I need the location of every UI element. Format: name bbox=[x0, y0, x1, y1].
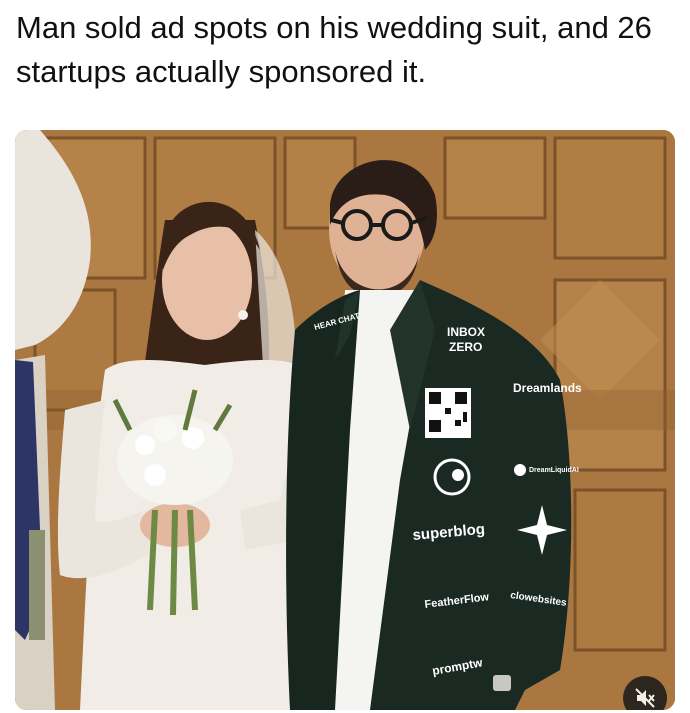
sponsor-dreamlands: Dreamlands bbox=[513, 381, 582, 395]
sponsor-inbox: INBOX bbox=[447, 325, 485, 339]
wristwatch bbox=[493, 675, 511, 691]
speaker-muted-icon bbox=[635, 688, 655, 708]
qr-code bbox=[425, 388, 471, 438]
photo-illustration: HEAR CHAT INBOX ZERO Dreamlands DreamLiq… bbox=[15, 130, 675, 710]
post-caption: Man sold ad spots on his wedding suit, a… bbox=[16, 10, 652, 89]
sponsor-dreamliquid: DreamLiquidAI bbox=[529, 467, 579, 474]
wedding-photo: HEAR CHAT INBOX ZERO Dreamlands DreamLiq… bbox=[15, 130, 675, 710]
sponsor-zero: ZERO bbox=[449, 340, 482, 354]
astronaut-logo-icon bbox=[514, 464, 526, 476]
